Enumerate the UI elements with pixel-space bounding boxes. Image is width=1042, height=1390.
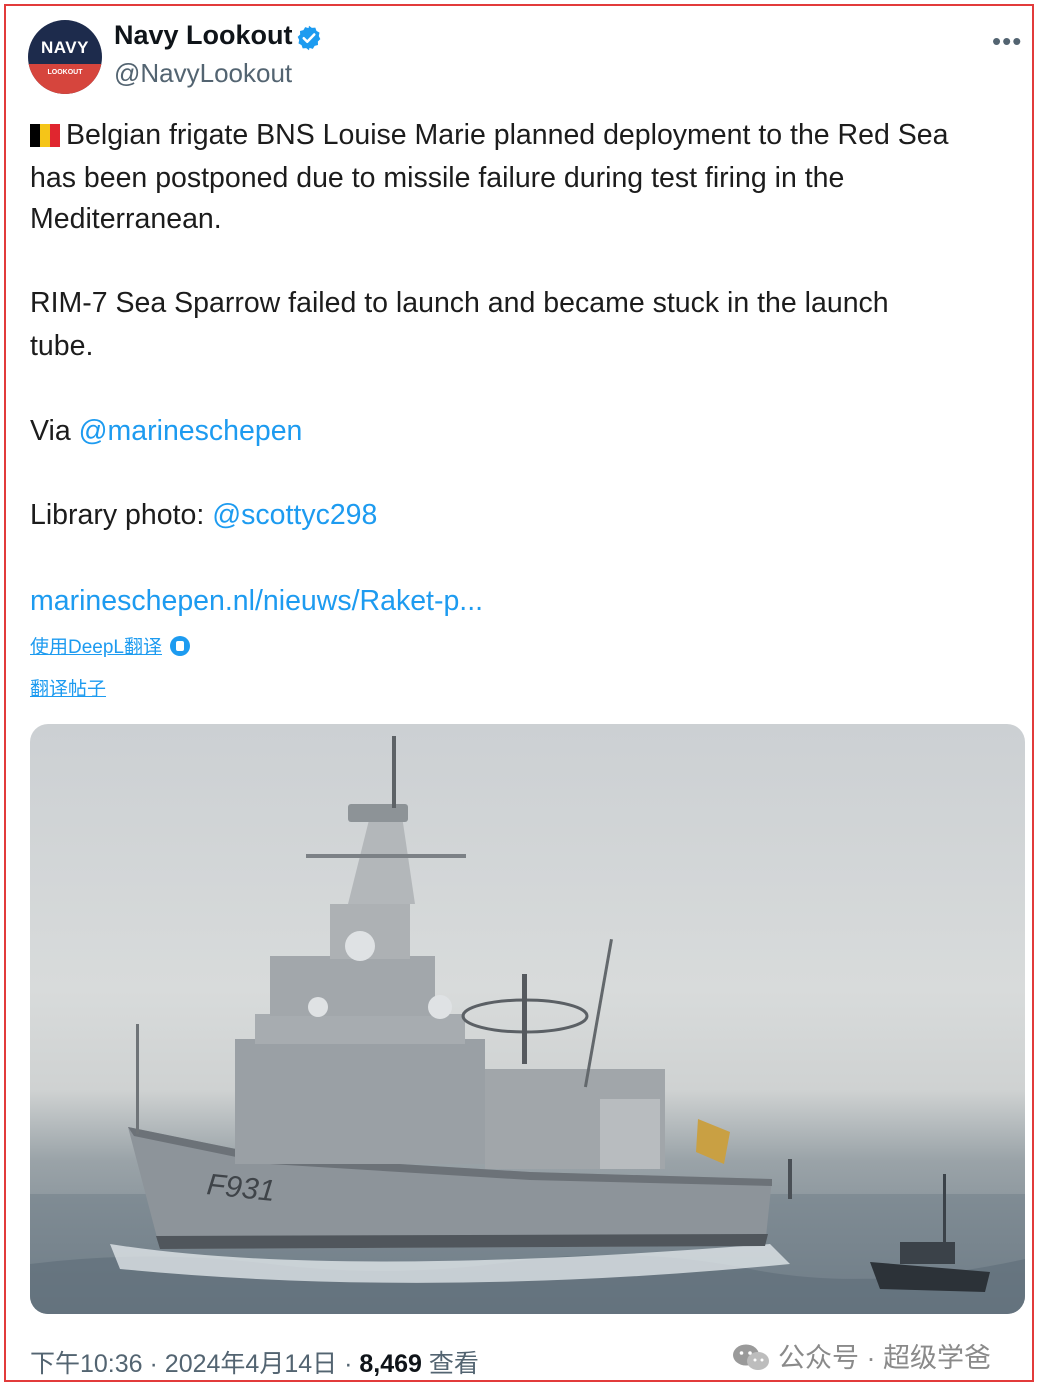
deepl-translate-link[interactable]: 使用DeepL翻译 xyxy=(30,632,190,659)
external-url-link[interactable]: marineschepen.nl/nieuws/Raket-p... xyxy=(30,580,483,622)
translate-post-link[interactable]: 翻译帖子 xyxy=(30,674,106,701)
mention-link-scottyc298[interactable]: @scottyc298 xyxy=(212,499,377,531)
avatar[interactable]: NAVY LOOKOUT xyxy=(28,20,102,94)
watermark-text: 公众号 · 超级学爸 xyxy=(778,1343,991,1373)
tweet-card: NAVY LOOKOUT Navy Lookout @NavyLookout •… xyxy=(4,4,1034,1382)
views-label: 查看 xyxy=(428,1350,479,1378)
author-handle[interactable]: @NavyLookout xyxy=(114,58,292,89)
avatar-text-bottom: LOOKOUT xyxy=(47,69,83,76)
avatar-text-top: NAVY xyxy=(41,38,89,57)
frigate-illustration: F931 xyxy=(30,736,1025,1314)
tweet-time[interactable]: 下午10:36 xyxy=(30,1350,143,1378)
separator: · xyxy=(149,1350,158,1378)
library-photo-label: Library photo: xyxy=(30,499,205,531)
mention-link-marineschepen[interactable]: @marineschepen xyxy=(79,415,303,447)
views-count: 8,469 xyxy=(359,1350,422,1378)
deepl-icon xyxy=(170,636,190,656)
wechat-icon xyxy=(733,1344,769,1370)
tweet-photo[interactable]: F931 xyxy=(30,724,1025,1314)
more-options-icon[interactable]: ••• xyxy=(992,26,1022,57)
author-name[interactable]: Navy Lookout xyxy=(114,20,293,51)
wechat-watermark: 公众号 · 超级学爸 xyxy=(732,1336,991,1375)
via-line: Via @marineschepen xyxy=(30,410,302,452)
library-photo-line: Library photo: @scottyc298 xyxy=(30,494,377,536)
tweet-date[interactable]: 2024年4月14日 xyxy=(165,1350,337,1378)
separator: · xyxy=(344,1350,353,1378)
tweet-text: Belgian frigate BNS Louise Marie planned… xyxy=(66,119,949,151)
via-label: Via xyxy=(30,415,71,447)
belgium-flag-icon xyxy=(30,117,60,147)
tweet-meta: 下午10:36 · 2024年4月14日 · 8,469 查看 xyxy=(30,1344,479,1380)
tweet-text-line-1: Belgian frigate BNS Louise Marie planned… xyxy=(30,114,948,156)
deepl-label: 使用DeepL翻译 xyxy=(30,637,162,658)
tweet-text-line-5: tube. xyxy=(30,330,94,362)
tweet-text-line-2: has been postponed due to missile failur… xyxy=(30,162,845,194)
tweet-text-line-4: RIM-7 Sea Sparrow failed to launch and b… xyxy=(30,287,889,319)
verified-badge-icon xyxy=(297,25,321,51)
tweet-text-line-3: Mediterranean. xyxy=(30,203,222,235)
